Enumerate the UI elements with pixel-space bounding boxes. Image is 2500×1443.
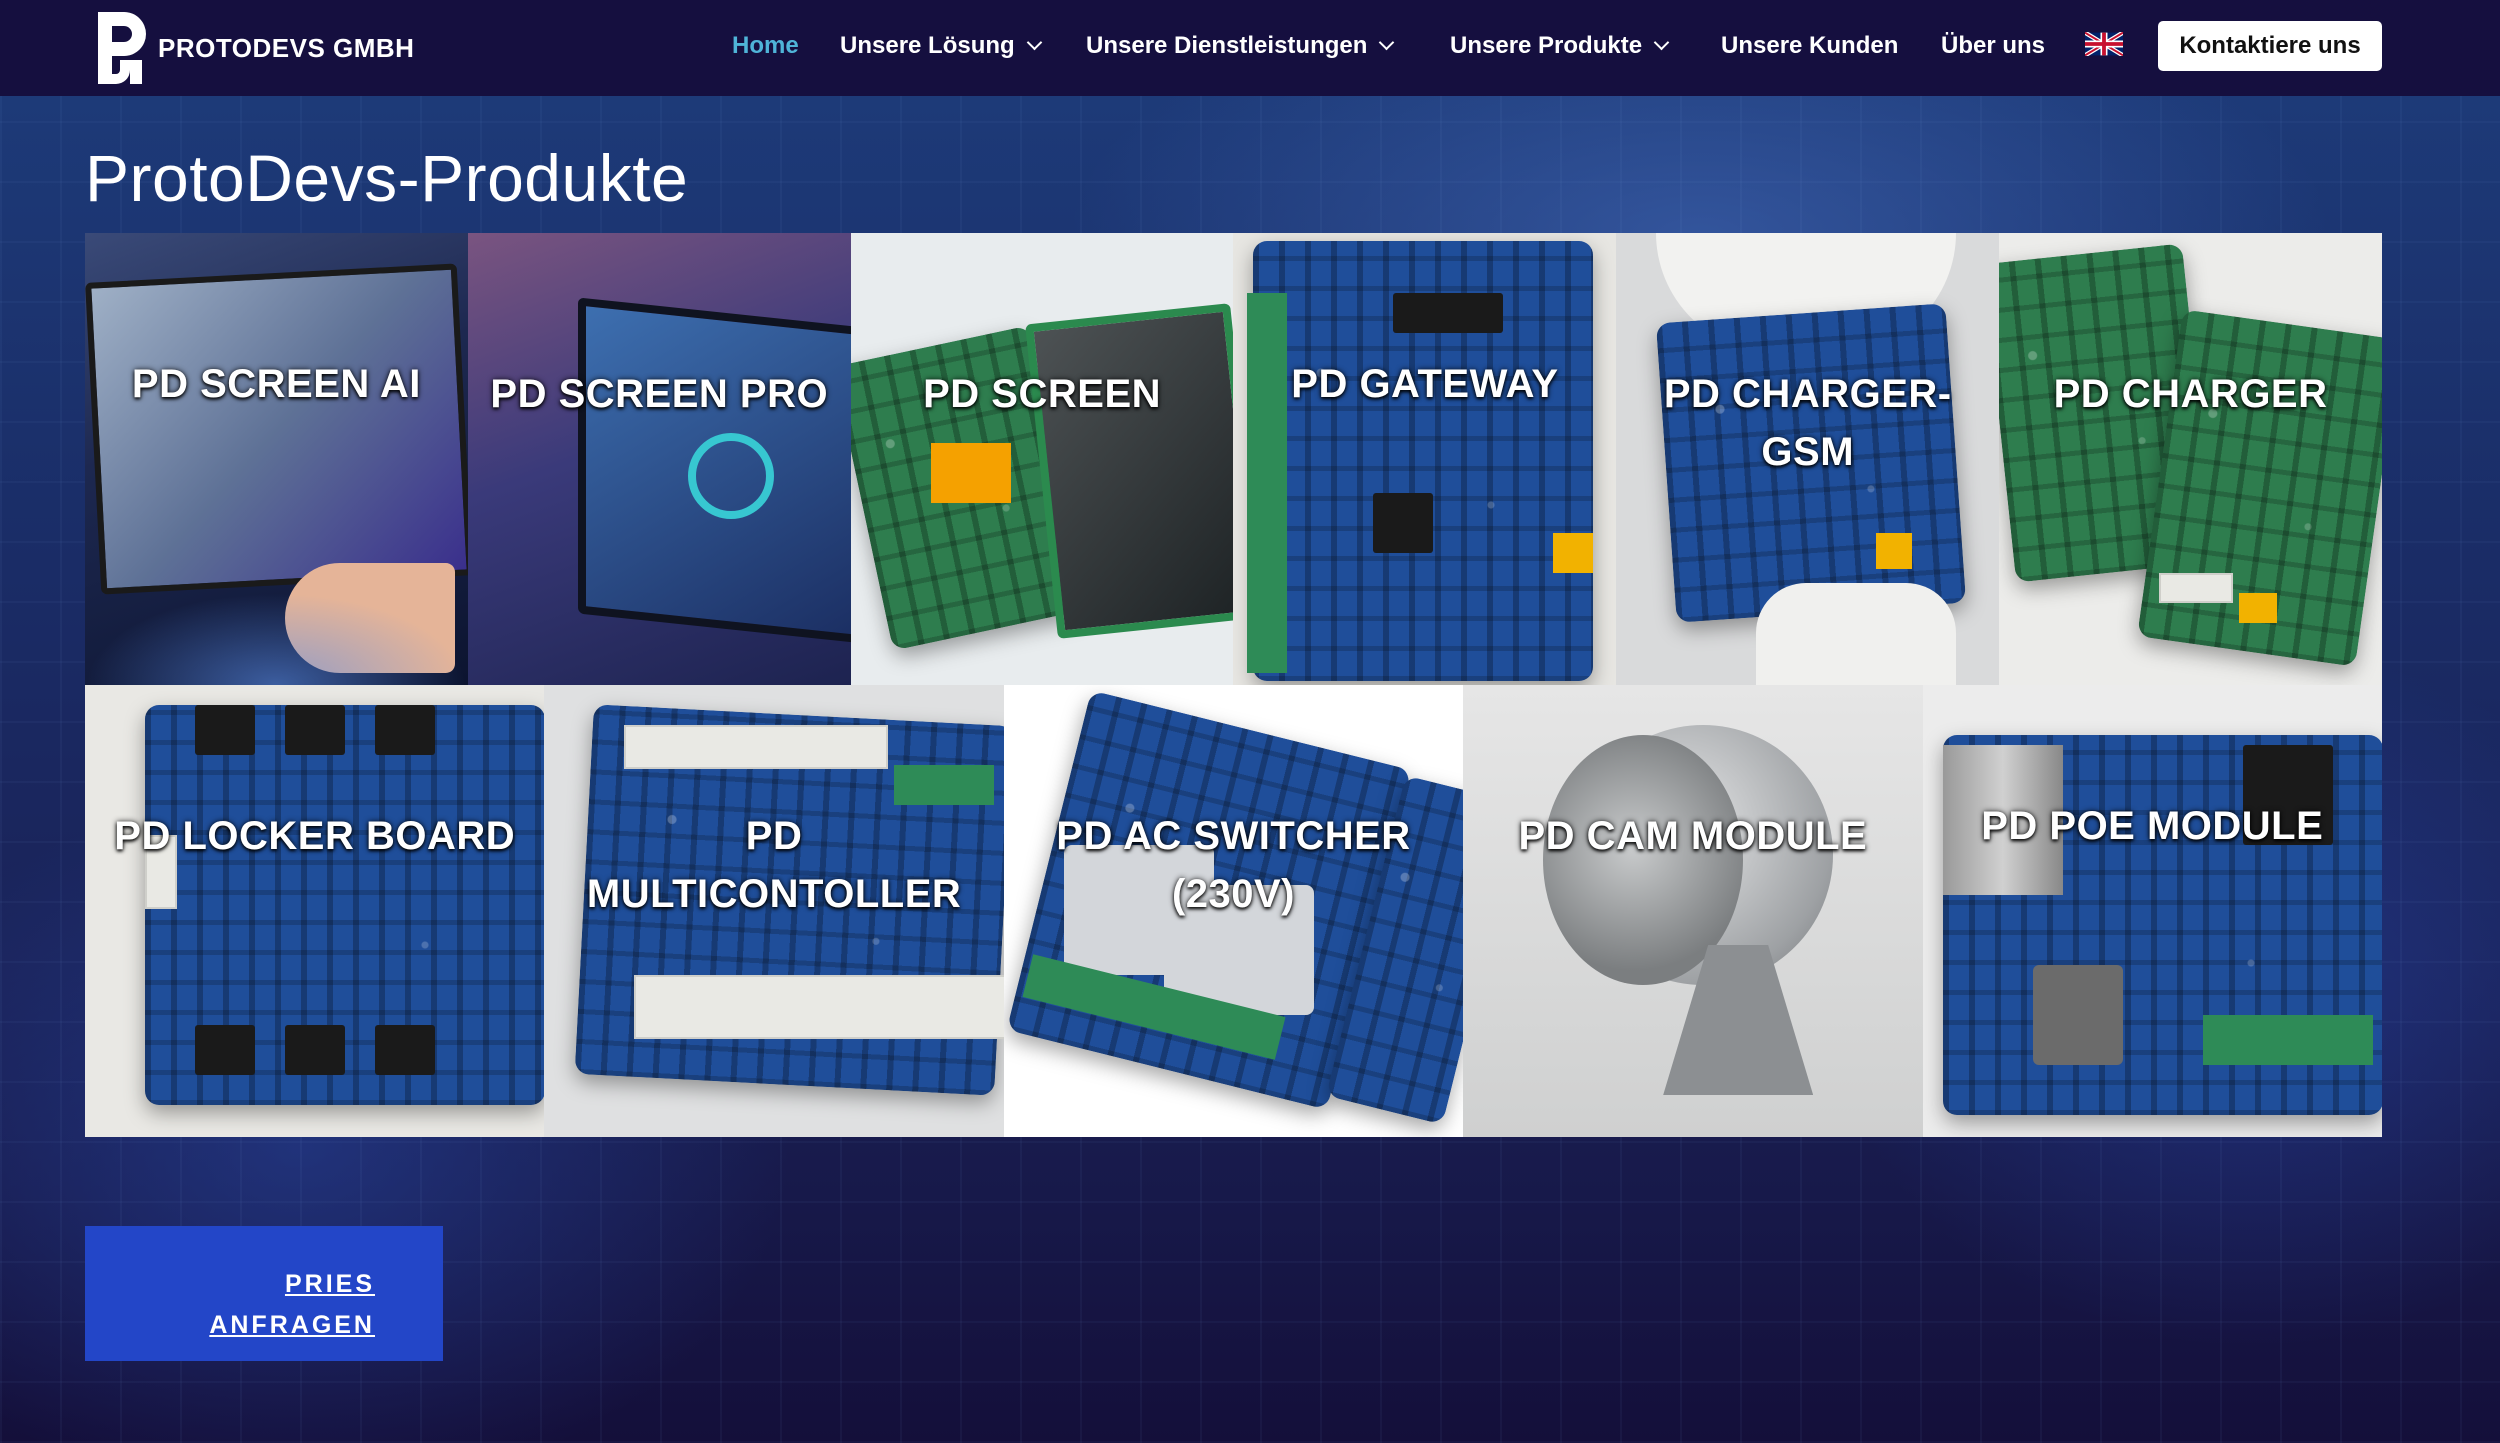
nav-unsere-dienstleistungen[interactable]: Unsere Dienstleistungen	[1086, 0, 1395, 96]
product-label: PD SCREEN PRO	[490, 372, 829, 416]
product-label: PD CHARGER	[2053, 372, 2328, 416]
chevron-down-icon	[1379, 34, 1395, 51]
product-photo	[850, 233, 1234, 685]
product-tile-pd-charger[interactable]: PD CHARGER	[1999, 233, 2382, 685]
product-tile-pd-ac-switcher[interactable]: PD AC SWITCHER (230V)	[1003, 685, 1464, 1137]
product-photo	[85, 233, 468, 685]
product-tile-pd-cam-module[interactable]: PD CAM MODULE	[1463, 685, 1923, 1137]
nav-ueber-uns-label: Über uns	[1941, 32, 2046, 59]
nav-unsere-loesung-label: Unsere Lösung	[840, 32, 1015, 59]
nav-unsere-kunden[interactable]: Unsere Kunden	[1721, 0, 1898, 96]
product-row-1: PD SCREEN AI PD SCREEN PRO PD SCREEN PD …	[85, 233, 2382, 685]
nav-unsere-produkte[interactable]: Unsere Produkte	[1450, 0, 1670, 96]
chevron-down-icon	[1026, 34, 1042, 51]
product-photo	[1922, 685, 2382, 1137]
nav-unsere-loesung[interactable]: Unsere Lösung	[840, 0, 1042, 96]
product-tile-pd-screen-pro[interactable]: PD SCREEN PRO	[467, 233, 851, 685]
product-label: PD CHARGER-GSM	[1663, 372, 1952, 474]
chevron-down-icon	[1653, 34, 1670, 51]
product-photo	[467, 233, 851, 685]
product-label: PD MULTICONTOLLER	[586, 814, 962, 916]
nav-unsere-produkte-label: Unsere Produkte	[1450, 32, 1643, 59]
nav-unsere-kunden-label: Unsere Kunden	[1721, 32, 1899, 59]
product-photo	[1233, 233, 1617, 685]
nav-home-label: Home	[732, 32, 799, 59]
product-tile-pd-multicontoller[interactable]: PD MULTICONTOLLER	[544, 685, 1004, 1137]
product-tile-pd-screen[interactable]: PD SCREEN	[850, 233, 1234, 685]
nav-ueber-uns[interactable]: Über uns	[1941, 0, 2045, 96]
request-price-label: PRIES ANFRAGEN	[209, 1270, 375, 1339]
product-label: PD SCREEN AI	[131, 362, 421, 406]
product-label: PD GATEWAY	[1291, 362, 1559, 406]
uk-flag-icon[interactable]	[2083, 30, 2125, 58]
nav-home[interactable]: Home	[732, 0, 799, 96]
product-label: PD POE MODULE	[1981, 804, 2324, 848]
product-tile-pd-screen-ai[interactable]: PD SCREEN AI	[85, 233, 468, 685]
product-tile-pd-locker-board[interactable]: PD LOCKER BOARD	[85, 685, 545, 1137]
page-title: ProtoDevs-Produkte	[85, 141, 689, 215]
contact-button[interactable]: Kontaktiere uns	[2158, 21, 2382, 71]
request-price-button[interactable]: PRIES ANFRAGEN	[85, 1226, 443, 1361]
product-photo	[1463, 685, 1923, 1137]
pd-logo-icon	[92, 8, 150, 88]
product-photo	[1999, 233, 2382, 685]
product-label: PD SCREEN	[923, 372, 1162, 416]
nav-unsere-dienstleistungen-label: Unsere Dienstleistungen	[1086, 32, 1368, 59]
brand-name: PROTODEVS GMBH	[158, 32, 415, 63]
product-row-2: PD LOCKER BOARD PD MULTICONTOLLER PD AC …	[85, 685, 2382, 1137]
product-photo	[85, 685, 545, 1137]
product-label: PD CAM MODULE	[1518, 814, 1868, 858]
product-label: PD LOCKER BOARD	[114, 814, 516, 858]
site-header: PROTODEVS GMBH Home Unsere Lösung Unsere…	[0, 0, 2500, 96]
product-tile-pd-gateway[interactable]: PD GATEWAY	[1233, 233, 1617, 685]
product-grid: PD SCREEN AI PD SCREEN PRO PD SCREEN PD …	[85, 233, 2382, 1137]
brand-logo[interactable]: PROTODEVS GMBH	[92, 6, 414, 90]
product-label: PD AC SWITCHER (230V)	[1056, 814, 1411, 916]
product-tile-pd-poe-module[interactable]: PD POE MODULE	[1922, 685, 2382, 1137]
product-tile-pd-charger-gsm[interactable]: PD CHARGER-GSM	[1616, 233, 2000, 685]
